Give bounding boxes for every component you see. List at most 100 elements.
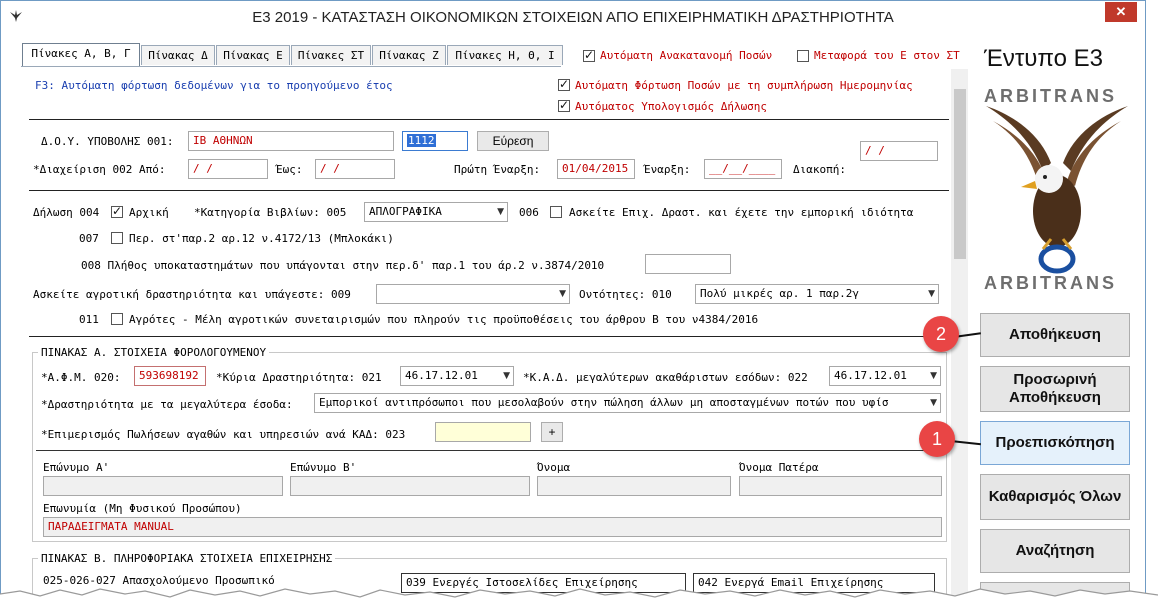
tab-pinakes-a-b-c[interactable]: Πίνακες Α, Β, Γ [22, 43, 140, 67]
code-011-label: 011 [79, 313, 99, 326]
start-label: Έναρξη: [644, 163, 691, 176]
brand-name-bottom: ARBITRANS [984, 273, 1117, 293]
stop-label: Διακοπή: [793, 163, 846, 176]
code-007-label: 007 [79, 232, 99, 245]
preview-button[interactable]: Προεπισκόπηση [980, 421, 1130, 465]
temporary-save-button[interactable]: Προσωρινή Αποθήκευση [980, 366, 1130, 412]
top-activity-label: *Δραστηριότητα με τα μεγαλύτερα έσοδα: [41, 398, 293, 411]
period-to-input[interactable]: / / [315, 159, 395, 179]
branches-count-input[interactable] [645, 254, 731, 274]
books-category-label: *Κατηγορία Βιβλίων: 005 [194, 206, 347, 219]
add-split-button[interactable]: + [541, 422, 563, 442]
title-bar: E3 2019 - ΚΑΤΑΣΤΑΣΗ ΟΙΚΟΝΟΜΙΚΩΝ ΣΤΟΙΧΕΙΩ… [1, 1, 1145, 33]
books-category-value: ΑΠΛΟΓΡΑΦΙΚΑ [369, 205, 442, 218]
doy-code-value: 1112 [407, 134, 436, 147]
surname-a-input[interactable] [43, 476, 283, 496]
search-button[interactable]: Αναζήτηση [980, 529, 1130, 573]
eagle-logo-icon [986, 106, 1128, 274]
agricultural-label: Ασκείτε αγροτική δραστηριότητα και υπάγε… [33, 288, 351, 301]
entities-select[interactable]: Πολύ μικρές αρ. 1 παρ.2γ ▼ [695, 284, 939, 304]
torn-edge-decoration [0, 588, 1158, 605]
freelancer-label: Περ. στ'παρ.2 αρ.12 ν.4172/13 (Μπλοκάκι) [129, 232, 394, 245]
main-activity-value: 46.17.12.01 [405, 369, 478, 382]
father-name-input[interactable] [739, 476, 942, 496]
top-activity-value: Εμπορικοί αντιπρόσωποι που μεσολαβούν στ… [319, 396, 889, 409]
tab-pinakas-e[interactable]: Πίνακας Ε [216, 45, 290, 65]
save-button[interactable]: Αποθήκευση [980, 313, 1130, 357]
main-window: E3 2019 - ΚΑΤΑΣΤΑΣΗ ΟΙΚΟΝΟΜΙΚΩΝ ΣΤΟΙΧΕΙΩ… [0, 0, 1146, 605]
chevron-down-icon: ▼ [497, 207, 504, 217]
transfer-to-e-checkbox[interactable] [797, 50, 809, 62]
f3-hint: F3: Αυτόματη φόρτωση δεδομένων για το πρ… [35, 79, 393, 92]
start-input[interactable]: __/__/____ [704, 159, 782, 179]
first-start-label: Πρώτη Έναρξη: [454, 163, 541, 176]
separator-2 [29, 190, 949, 191]
tab-pinakes-st[interactable]: Πίνακες ΣΤ [291, 45, 371, 65]
chevron-down-icon: ▼ [503, 371, 510, 381]
branches-count-label: 008 Πλήθος υποκαταστημάτων που υπάγονται… [81, 259, 605, 272]
father-name-label: Όνομα Πατέρα [739, 461, 819, 474]
entities-label: Οντότητες: 010 [579, 288, 672, 301]
afm-label: *Α.Φ.Μ. 020: [41, 371, 121, 384]
tab-strip-line [21, 66, 561, 67]
tab-pinakas-d[interactable]: Πίνακας Δ [141, 45, 215, 65]
first-name-label: Όνομα [537, 461, 571, 474]
farmers-checkbox[interactable] [111, 313, 123, 325]
scrollbar-thumb[interactable] [954, 89, 966, 259]
transfer-to-e-label: Μεταφορά του Ε στον ΣΤ [814, 49, 960, 62]
window-title: E3 2019 - ΚΑΤΑΣΤΑΣΗ ΟΙΚΟΝΟΜΙΚΩΝ ΣΤΟΙΧΕΙΩ… [252, 9, 894, 26]
period-from-input[interactable]: / / [188, 159, 268, 179]
afm-input[interactable]: 593698192 [134, 366, 206, 386]
surname-a-label: Επώνυμο Α' [43, 461, 110, 474]
top-activity-select[interactable]: Εμπορικοί αντιπρόσωποι που μεσολαβούν στ… [314, 393, 941, 413]
company-name-input[interactable]: ΠΑΡΑΔΕΙΓΜΑΤΑ MANUAL [43, 517, 942, 537]
period-to-label: Έως: [276, 163, 303, 176]
clear-all-button[interactable]: Καθαρισμός Όλων [980, 474, 1130, 520]
close-button[interactable]: ✕ [1105, 2, 1137, 22]
doy-label: Δ.Ο.Υ. ΥΠΟΒΟΛΗΣ 001: [41, 135, 174, 148]
entities-value: Πολύ μικρές αρ. 1 παρ.2γ [700, 287, 859, 300]
main-activity-label: *Κύρια Δραστηριότητα: 021 [216, 371, 382, 384]
chevron-down-icon: ▼ [928, 289, 935, 299]
doy-code-input[interactable]: 1112 [402, 131, 468, 151]
kad-label: *Κ.Α.Δ. μεγαλύτερων ακαθάριστων εσόδων: … [523, 371, 808, 384]
sales-split-label: *Επιμερισμός Πωλήσεων αγαθών και υπηρεσι… [41, 428, 406, 441]
initial-declaration-label: Αρχική [129, 206, 169, 219]
agricultural-select[interactable]: ▼ [376, 284, 570, 304]
books-category-select[interactable]: ΑΠΛΟΓΡΑΦΙΚΑ ▼ [364, 202, 508, 222]
farmers-label: Αγρότες - Μέλη αγροτικών συνεταιρισμών π… [129, 313, 759, 326]
doy-input[interactable]: ΙΒ ΑΘΗΝΩΝ [188, 131, 394, 151]
auto-redistribution-checkbox[interactable] [583, 48, 595, 62]
tab-pinakas-z[interactable]: Πίνακας Ζ [372, 45, 446, 65]
auto-load-label: Αυτόματη Φόρτωση Ποσών με τη συμπλήρωση … [575, 79, 913, 92]
auto-calc-label: Αυτόματος Υπολογισμός Δήλωσης [575, 100, 768, 113]
code-006-label: 006 [519, 206, 539, 219]
sales-split-input[interactable] [435, 422, 531, 442]
chevron-down-icon: ▼ [930, 371, 937, 381]
kad-select[interactable]: 46.17.12.01 ▼ [829, 366, 941, 386]
declaration-label: Δήλωση 004 [33, 206, 100, 219]
kad-value: 46.17.12.01 [834, 369, 907, 382]
auto-calc-checkbox[interactable] [558, 98, 570, 112]
freelancer-checkbox[interactable] [111, 232, 123, 244]
company-name-label: Επωνυμία (Μη Φυσικού Προσώπου) [43, 502, 242, 515]
stop-date-input[interactable]: / / [860, 141, 938, 161]
table-a-title: ΠΙΝΑΚΑΣ Α. ΣΤΟΙΧΕΙΑ ΦΟΡΟΛΟΓΟΥΜΕΝΟΥ [38, 346, 270, 359]
first-start-input[interactable]: 01/04/2015 [557, 159, 635, 179]
separator-3 [29, 336, 949, 337]
commercial-status-label: Ασκείτε Επιχ. Δραστ. και έχετε την εμπορ… [569, 206, 914, 219]
initial-declaration-checkbox[interactable] [111, 204, 123, 218]
chevron-down-icon: ▼ [559, 289, 566, 299]
chevron-down-icon: ▼ [930, 398, 937, 408]
auto-load-checkbox[interactable] [558, 77, 570, 91]
tab-pinakes-h-th-i[interactable]: Πίνακες Η, Θ, Ι [447, 45, 563, 65]
first-name-input[interactable] [537, 476, 731, 496]
main-activity-select[interactable]: 46.17.12.01 ▼ [400, 366, 514, 386]
commercial-status-checkbox[interactable] [550, 206, 562, 218]
search-doy-button[interactable]: Εύρεση [477, 131, 549, 151]
surname-b-label: Επώνυμο Β' [290, 461, 357, 474]
management-period-label: *Διαχείριση 002 Από: [33, 163, 166, 176]
surname-b-input[interactable] [290, 476, 530, 496]
auto-redistribution-label: Αυτόματη Ανακατανομή Ποσών [600, 49, 773, 62]
callout-badge-1: 1 [919, 421, 955, 457]
